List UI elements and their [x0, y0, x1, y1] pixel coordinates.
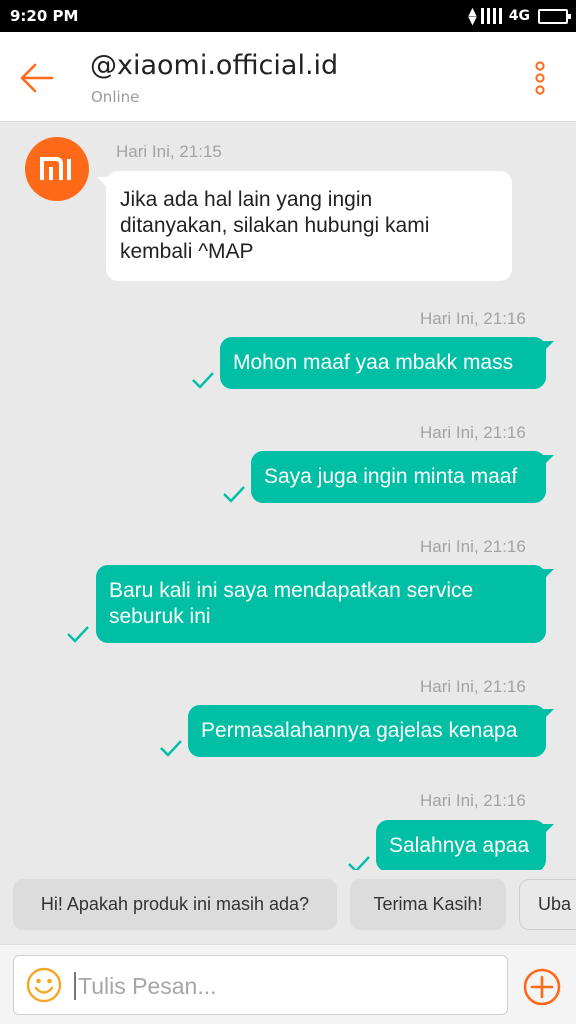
- xiaomi-logo-avatar[interactable]: [25, 137, 89, 201]
- quick-replies: Hi! Apakah produk ini masih ada? Terima …: [0, 870, 576, 942]
- sent-check-icon: [348, 856, 370, 870]
- message-timestamp: Hari Ini, 21:16: [420, 423, 526, 442]
- outgoing-message-bubble[interactable]: Permasalahannya gajelas kenapa: [188, 705, 554, 757]
- message-line: Permasalahannya gajelas kenapa: [201, 719, 518, 742]
- mi-logo-icon: [40, 157, 71, 180]
- message-line: Jika ada hal lain yang ingin: [120, 188, 373, 211]
- text-cursor: [74, 972, 76, 1000]
- sent-check-icon: [192, 372, 214, 389]
- message-line: Baru kali ini saya mendapatkan service: [109, 579, 474, 602]
- more-options-icon[interactable]: [530, 58, 550, 98]
- message-line: kembali ^MAP: [120, 240, 254, 263]
- composer-bar: [0, 944, 576, 1024]
- incoming-message-bubble[interactable]: Jika ada hal lain yang ingin ditanyakan,…: [97, 171, 512, 281]
- outgoing-message-bubble[interactable]: Saya juga ingin minta maaf: [251, 451, 554, 503]
- signal-icon: [480, 8, 502, 24]
- message-timestamp: Hari Ini, 21:16: [420, 537, 526, 556]
- quick-reply-button[interactable]: Uba: [519, 879, 576, 930]
- chat-title: @xiaomi.official.id: [90, 50, 339, 81]
- back-arrow-icon[interactable]: [18, 58, 58, 98]
- message-input[interactable]: [78, 969, 478, 1003]
- network-type: 4G: [508, 8, 530, 24]
- online-status: Online: [91, 88, 140, 106]
- message-timestamp: Hari Ini, 21:16: [420, 309, 526, 328]
- battery-icon: [538, 8, 571, 24]
- outgoing-message-bubble[interactable]: Salahnya apaa: [376, 820, 554, 870]
- message-input-box[interactable]: [13, 955, 508, 1015]
- message-line: Salahnya apaa: [389, 834, 530, 857]
- message-line: Mohon maaf yaa mbakk mass: [233, 351, 514, 374]
- sent-check-icon: [223, 486, 245, 503]
- message-timestamp: Hari Ini, 21:16: [420, 791, 526, 810]
- status-time: 9:20 PM: [10, 7, 79, 25]
- emoji-icon[interactable]: [26, 967, 62, 1003]
- status-bar: 9:20 PM ▲ ▼ 4G: [0, 0, 576, 32]
- message-list[interactable]: Hari Ini, 21:15 Jika ada hal lain yang i…: [0, 123, 576, 870]
- status-indicators: ▲ ▼ 4G: [468, 5, 571, 27]
- message-line: ditanyakan, silakan hubungi kami: [120, 214, 430, 237]
- outgoing-message-bubble[interactable]: Baru kali ini saya mendapatkan service s…: [96, 565, 554, 643]
- data-activity-icon: ▲ ▼: [468, 5, 477, 27]
- message-line: Saya juga ingin minta maaf: [264, 465, 518, 488]
- sent-check-icon: [160, 740, 182, 757]
- sent-check-icon: [67, 626, 89, 643]
- message-timestamp: Hari Ini, 21:15: [116, 142, 222, 161]
- add-attachment-icon[interactable]: [522, 967, 562, 1007]
- outgoing-message-bubble[interactable]: Mohon maaf yaa mbakk mass: [220, 337, 554, 389]
- chat-header: @xiaomi.official.id Online: [0, 32, 576, 122]
- message-timestamp: Hari Ini, 21:16: [420, 677, 526, 696]
- message-line: seburuk ini: [109, 605, 211, 628]
- quick-reply-button[interactable]: Terima Kasih!: [350, 879, 506, 930]
- quick-reply-button[interactable]: Hi! Apakah produk ini masih ada?: [13, 879, 337, 930]
